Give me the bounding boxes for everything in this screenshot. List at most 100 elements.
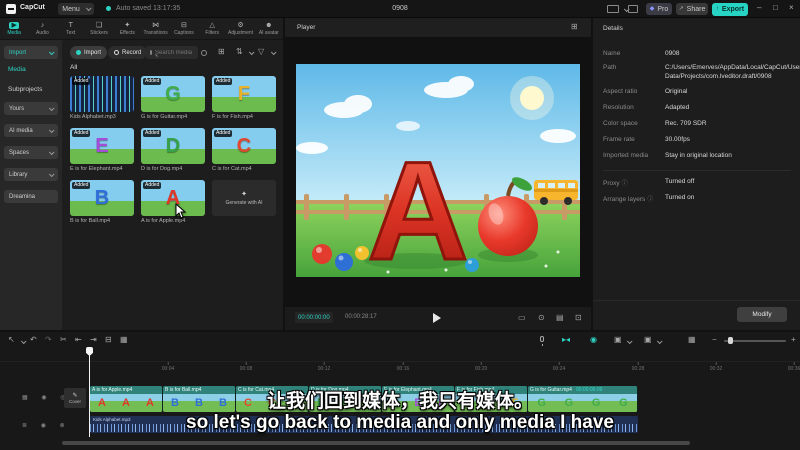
fullscreen-icon[interactable]: ⊡ xyxy=(575,314,582,322)
tab-adjustment[interactable]: ⚙ Adjustment xyxy=(226,18,254,39)
detail-row-proxy: Proxy ⓘ Turned off xyxy=(603,178,695,187)
media-item-guitar[interactable]: G Added xyxy=(141,76,205,112)
tab-ai-avatar[interactable]: ☻ AI avatar xyxy=(255,18,283,39)
trim-right-icon[interactable]: ⇥ xyxy=(90,336,97,344)
media-item-kids-alphabet[interactable]: Added xyxy=(70,76,134,112)
minimize-button[interactable]: – xyxy=(757,4,761,12)
detail-row-arrange-layers: Arrange layers ⓘ Turned on xyxy=(603,194,695,203)
filter-chevron-icon[interactable] xyxy=(270,49,277,56)
select-tool-icon[interactable]: ↖ xyxy=(8,336,15,344)
audio-toggle-chevron-icon[interactable] xyxy=(626,338,633,345)
generate-with-ai-card[interactable]: ✦ Generate with AI xyxy=(212,180,276,216)
media-item-ball[interactable]: B Added xyxy=(70,180,134,216)
layer-toggle-icon[interactable]: ▣ xyxy=(644,336,652,344)
audio-toggle-icon[interactable]: ▣ xyxy=(614,336,622,344)
info-icon: ⓘ xyxy=(647,197,654,203)
video-preview[interactable]: A xyxy=(296,64,580,277)
media-sidebar: Import Media Subprojects Yours AI media … xyxy=(0,40,62,330)
media-item-label: A is for Apple.mp4 xyxy=(141,218,186,224)
tab-media[interactable]: ▶ Media xyxy=(0,18,28,39)
chevron-down-icon xyxy=(48,48,55,55)
tab-text[interactable]: T Text xyxy=(57,18,85,39)
auto-captions-icon[interactable]: ◉ xyxy=(590,336,597,344)
zoom-slider-handle[interactable] xyxy=(728,337,733,344)
detach-player-icon[interactable]: ⊞ xyxy=(571,23,578,31)
layout-toggle-icon[interactable] xyxy=(607,5,619,13)
media-tab-bar: ▶ Media ♪ Audio T Text ❏ Stickers ✦ Effects ⋈… xyxy=(0,18,283,40)
media-item-cat[interactable]: C Added xyxy=(212,128,276,164)
media-item-apple[interactable]: A Added xyxy=(141,180,205,216)
timeline-ruler[interactable]: 00:04 00:08 00:12 00:16 00:20 00:24 00:2… xyxy=(0,348,800,372)
search-by-image-icon[interactable] xyxy=(201,50,207,56)
section-all-label[interactable]: All xyxy=(70,64,77,71)
undo-icon[interactable]: ↶ xyxy=(30,336,37,344)
timeline-scrollbar[interactable] xyxy=(62,441,690,445)
tab-filters[interactable]: △ Filters xyxy=(198,18,226,39)
tab-transitions[interactable]: ⋈ Transitions xyxy=(141,18,169,39)
tab-captions[interactable]: ⊟ Captions xyxy=(170,18,198,39)
sort-chevron-icon[interactable] xyxy=(248,49,255,56)
zoom-out-icon[interactable]: − xyxy=(712,336,717,344)
text-icon: T xyxy=(68,21,73,29)
tracker-icon[interactable]: ⊙ xyxy=(538,314,545,322)
split-icon[interactable]: ✂ xyxy=(60,336,67,344)
timeline-zoom-slider[interactable] xyxy=(724,340,786,342)
sidebar-item-dreamina[interactable]: Dreamina xyxy=(4,190,58,203)
zoom-in-icon[interactable]: + xyxy=(791,336,796,344)
added-badge: Added xyxy=(214,130,233,137)
detail-row-resolution: Resolution Adapted xyxy=(603,104,690,111)
media-item-elephant[interactable]: E Added xyxy=(70,128,134,164)
sidebar-item-yours[interactable]: Yours xyxy=(4,102,58,115)
sidebar-item-ai-media[interactable]: AI media xyxy=(4,124,58,137)
export-label: Export xyxy=(721,5,745,13)
panel-toggle-icon[interactable] xyxy=(628,5,638,13)
mirror-icon[interactable]: ⊟ xyxy=(105,336,112,344)
trim-left-icon[interactable]: ⇤ xyxy=(75,336,82,344)
search-input[interactable] xyxy=(155,49,195,56)
sidebar-item-library[interactable]: Library xyxy=(4,168,58,181)
tab-audio[interactable]: ♪ Audio xyxy=(28,18,56,39)
added-badge: Added xyxy=(143,182,162,189)
close-button[interactable]: × xyxy=(789,4,794,12)
chevron-down-icon xyxy=(48,170,55,177)
tab-effects[interactable]: ✦ Effects xyxy=(113,18,141,39)
filter-icon[interactable]: ▽ xyxy=(258,48,264,56)
details-title: Details xyxy=(603,25,623,32)
redo-icon[interactable]: ↷ xyxy=(45,336,52,344)
maximize-button[interactable]: □ xyxy=(773,4,778,12)
media-item-label: G is for Guitar.mp4 xyxy=(141,114,188,120)
timeline-panel: ↖ ↶ ↷ ✂ ⇤ ⇥ ⊟ ▦ ▸◂ ◉ ▣ ▣ ▦ − + 00:04 00:… xyxy=(0,332,800,450)
search-box[interactable] xyxy=(146,46,198,59)
ratio-icon[interactable]: ▭ xyxy=(518,314,526,322)
media-item-dog[interactable]: D Added xyxy=(141,128,205,164)
preview-letter: A xyxy=(367,132,468,277)
snapping-icon[interactable]: ▸◂ xyxy=(562,336,570,344)
detail-row-frame-rate: Frame rate 30.00fps xyxy=(603,136,690,143)
sidebar-item-subprojects[interactable]: Subprojects xyxy=(8,86,42,93)
filters-icon: △ xyxy=(209,21,215,29)
export-button[interactable]: ↑ Export xyxy=(712,2,748,16)
preview-axis-icon[interactable]: ▦ xyxy=(688,336,696,344)
share-button[interactable]: ↗ Share xyxy=(676,3,708,15)
grid-view-icon[interactable]: ⊞ xyxy=(218,48,225,56)
sort-icon[interactable]: ⇅ xyxy=(236,48,243,56)
tab-stickers[interactable]: ❏ Stickers xyxy=(85,18,113,39)
crop-icon[interactable]: ▦ xyxy=(120,336,128,344)
select-tool-chevron-icon[interactable] xyxy=(20,338,27,345)
current-time-chip[interactable]: 00:00:00:00 xyxy=(295,312,333,323)
play-button[interactable] xyxy=(433,313,441,323)
total-duration: 00:00:28:17 xyxy=(345,314,377,320)
chevron-down-icon xyxy=(48,148,55,155)
modify-button[interactable]: Modify xyxy=(737,307,787,322)
record-button[interactable]: Record xyxy=(108,46,148,59)
media-item-fish[interactable]: F Added xyxy=(212,76,276,112)
import-button[interactable]: Import xyxy=(70,46,108,59)
pro-button[interactable]: ◆ Pro xyxy=(646,3,672,15)
voiceover-mic-icon[interactable] xyxy=(540,336,544,346)
quality-icon[interactable]: ▤ xyxy=(556,314,564,322)
layer-toggle-chevron-icon[interactable] xyxy=(656,338,663,345)
sidebar-item-spaces[interactable]: Spaces xyxy=(4,146,58,159)
sidebar-item-media[interactable]: Media xyxy=(8,66,26,73)
pro-label: Pro xyxy=(657,5,669,13)
sidebar-item-import[interactable]: Import xyxy=(4,46,58,59)
